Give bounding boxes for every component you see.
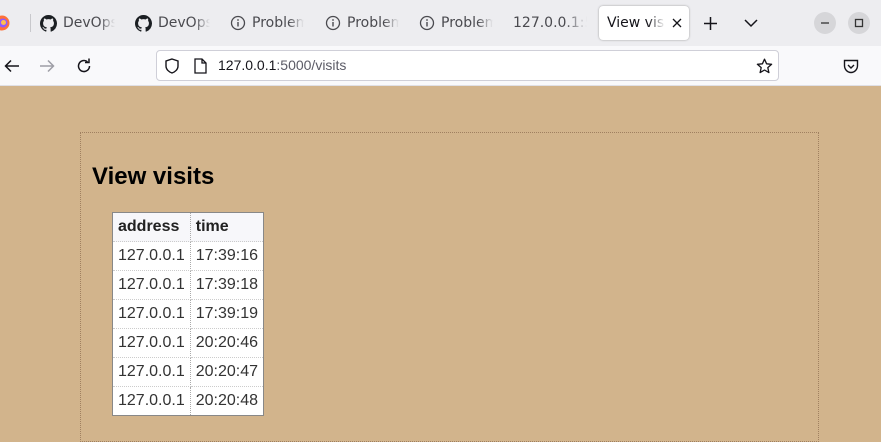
table-header-row: address time xyxy=(112,212,265,242)
address-cell: 127.0.0.1 xyxy=(112,328,191,358)
address-cell: 127.0.0.1 xyxy=(112,386,191,416)
chevron-down-icon[interactable] xyxy=(742,14,760,32)
address-cell: 127.0.0.1 xyxy=(112,299,191,329)
info-icon xyxy=(230,15,246,31)
tab-devops-2[interactable]: DevOps xyxy=(135,6,215,40)
table-row: 127.0.0.1 17:39:16 xyxy=(112,241,265,271)
page-icon[interactable] xyxy=(192,58,208,74)
time-cell: 17:39:18 xyxy=(190,270,265,300)
tab-label: View visits xyxy=(607,15,665,31)
url-text[interactable]: 127.0.0.1:5000/visits xyxy=(218,57,346,73)
forward-arrow-icon xyxy=(39,59,55,73)
tab-label: Problem xyxy=(441,15,493,31)
reload-button[interactable] xyxy=(72,54,96,78)
page-title: View visits xyxy=(92,163,215,190)
url-bar[interactable]: 127.0.0.1:5000/visits xyxy=(156,50,779,81)
close-icon[interactable] xyxy=(671,17,683,29)
visits-table: address time 127.0.0.1 17:39:16 127.0.0.… xyxy=(112,212,265,416)
pocket-icon[interactable] xyxy=(842,57,860,75)
tab-localhost[interactable]: 127.0.0.1:5 xyxy=(513,6,589,40)
tab-bar: DevOps DevOps Problem Problem Problem 12… xyxy=(0,0,881,46)
address-cell: 127.0.0.1 xyxy=(112,357,191,387)
tab-separator xyxy=(30,14,31,32)
tab-label: DevOps xyxy=(158,15,210,31)
url-host: 127.0.0.1 xyxy=(218,57,277,73)
maximize-button[interactable] xyxy=(848,12,870,34)
tab-problem-3[interactable]: Problem xyxy=(419,6,499,40)
time-cell: 17:39:16 xyxy=(190,241,265,271)
page-content: View visits address time 127.0.0.1 17:39… xyxy=(80,132,819,442)
back-arrow-icon xyxy=(4,59,20,73)
address-cell: 127.0.0.1 xyxy=(112,241,191,271)
minimize-icon xyxy=(820,18,830,28)
column-header-address: address xyxy=(112,212,191,242)
tab-label: Problem xyxy=(347,15,399,31)
nav-toolbar: 127.0.0.1:5000/visits xyxy=(0,46,881,86)
table-row: 127.0.0.1 20:20:48 xyxy=(112,386,265,416)
new-tab-plus-icon[interactable] xyxy=(701,14,719,32)
table-row: 127.0.0.1 20:20:47 xyxy=(112,357,265,387)
address-cell: 127.0.0.1 xyxy=(112,270,191,300)
tab-label: 127.0.0.1:5 xyxy=(513,15,587,31)
minimize-button[interactable] xyxy=(814,12,836,34)
table-row: 127.0.0.1 17:39:19 xyxy=(112,299,265,329)
table-row: 127.0.0.1 20:20:46 xyxy=(112,328,265,358)
maximize-icon xyxy=(854,18,864,28)
back-button[interactable] xyxy=(0,54,24,78)
star-icon[interactable] xyxy=(755,57,773,75)
table-row: 127.0.0.1 17:39:18 xyxy=(112,270,265,300)
time-cell: 20:20:48 xyxy=(190,386,265,416)
info-icon xyxy=(325,15,341,31)
tab-problem-1[interactable]: Problem xyxy=(230,6,310,40)
tab-label: DevOps xyxy=(63,15,115,31)
time-cell: 20:20:47 xyxy=(190,357,265,387)
tab-devops-1[interactable]: DevOps xyxy=(40,6,120,40)
time-cell: 20:20:46 xyxy=(190,328,265,358)
reload-icon xyxy=(76,58,92,74)
github-icon xyxy=(40,14,57,32)
tab-view-visits[interactable]: View visits xyxy=(599,6,689,40)
tab-problem-2[interactable]: Problem xyxy=(325,6,405,40)
github-icon xyxy=(135,14,152,32)
time-cell: 17:39:19 xyxy=(190,299,265,329)
url-path: :5000/visits xyxy=(276,57,347,73)
shield-icon[interactable] xyxy=(164,58,180,74)
info-icon xyxy=(419,15,435,31)
column-header-time: time xyxy=(190,212,265,242)
firefox-icon[interactable] xyxy=(0,15,10,31)
tab-label: Problem xyxy=(252,15,304,31)
forward-button[interactable] xyxy=(35,54,59,78)
